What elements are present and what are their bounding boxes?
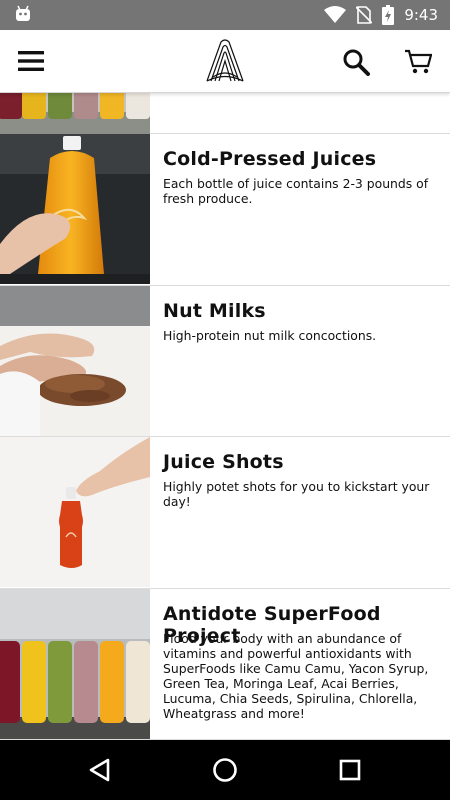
category-description: Highly potet shots for you to kickstart … <box>163 479 430 509</box>
search-icon[interactable] <box>342 48 370 76</box>
system-nav-bar <box>0 740 450 800</box>
menu-icon[interactable] <box>18 50 44 72</box>
list-item-partial[interactable] <box>0 93 450 134</box>
list-item-nut-milks[interactable]: Nut Milks High-protein nut milk concocti… <box>0 286 450 437</box>
category-list[interactable]: Cold-Pressed Juices Each bottle of juice… <box>0 93 450 740</box>
status-time: 9:43 <box>404 6 438 24</box>
battery-charging-icon <box>382 5 395 25</box>
category-title: Juice Shots <box>163 451 284 473</box>
category-description: Each bottle of juice contains 2-3 pounds… <box>163 176 429 206</box>
status-bar: 9:43 <box>0 0 450 30</box>
list-item-juice-shots[interactable]: Juice Shots Highly potet shots for you t… <box>0 437 450 589</box>
category-description: Flood your body with an abundance of vit… <box>163 631 429 721</box>
app-bar <box>0 30 450 93</box>
list-item-superfood-project[interactable]: Antidote SuperFood Project Flood your bo… <box>0 589 450 740</box>
superfood-project-thumbnail <box>0 589 150 739</box>
nut-milks-thumbnail <box>0 286 150 436</box>
list-item-cold-pressed-juices[interactable]: Cold-Pressed Juices Each bottle of juice… <box>0 134 450 286</box>
juice-shots-thumbnail <box>0 437 150 587</box>
recents-icon[interactable] <box>336 756 364 784</box>
android-icon <box>16 5 30 21</box>
category-description: High-protein nut milk concoctions. <box>163 328 377 343</box>
partial-thumbnail <box>0 93 150 134</box>
back-icon[interactable] <box>86 756 114 784</box>
home-icon[interactable] <box>211 756 239 784</box>
category-title: Nut Milks <box>163 300 266 322</box>
cart-icon[interactable] <box>404 49 432 75</box>
wifi-icon <box>324 6 347 23</box>
cold-pressed-juices-thumbnail <box>0 134 150 284</box>
antidote-logo[interactable] <box>205 39 245 83</box>
category-title: Cold-Pressed Juices <box>163 148 377 170</box>
no-sim-icon <box>356 6 373 24</box>
